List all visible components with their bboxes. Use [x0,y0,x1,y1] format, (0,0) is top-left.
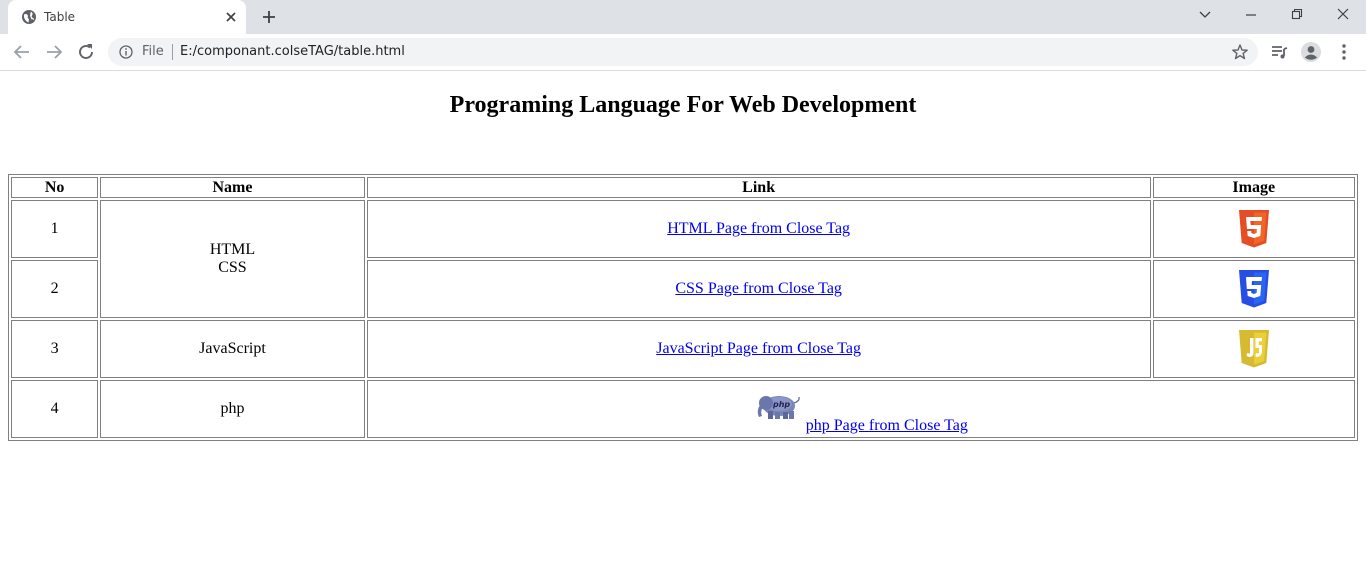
row-number: 4 [11,380,99,438]
image-cell [1152,320,1355,378]
html5-logo-icon [1238,210,1269,248]
minimize-button[interactable] [1228,0,1274,30]
chevron-down-icon [1199,11,1211,18]
languages-table: No Name Link Image 1 HTML CSS HTML Page … [8,174,1358,441]
row-number: 3 [11,320,99,378]
browser-toolbar: File E:/componant.colseTAG/table.html [0,34,1366,71]
url-text[interactable]: E:/componant.colseTAG/table.html [180,44,405,60]
more-menu-icon[interactable] [1332,40,1356,64]
name-cell-html-css: HTML CSS [100,200,365,318]
image-cell [1152,200,1355,258]
header-link: Link [366,177,1151,198]
name-css: CSS [218,259,247,276]
minimize-icon [1246,14,1256,16]
javascript-page-link[interactable]: JavaScript Page from Close Tag [656,340,861,357]
restore-icon [1291,8,1303,20]
close-icon[interactable] [224,10,238,24]
media-queue-icon[interactable] [1267,40,1291,64]
css3-logo-icon [1238,270,1269,308]
info-icon[interactable] [119,45,133,59]
page-title: Programing Language For Web Development [449,92,917,118]
restore-button[interactable] [1274,0,1320,30]
php-page-link[interactable]: php Page from Close Tag [806,417,968,435]
globe-icon [22,10,36,24]
header-image: Image [1152,177,1355,198]
address-separator [172,44,173,60]
close-icon [1337,8,1349,20]
css-page-link[interactable]: CSS Page from Close Tag [675,280,842,297]
link-cell: HTML Page from Close Tag [366,200,1151,258]
table-row: 1 HTML CSS HTML Page from Close Tag [11,200,1355,318]
name-php: php [100,380,365,438]
link-cell: CSS Page from Close Tag [366,260,1151,318]
php-elephant-icon: php [757,396,800,419]
forward-arrow-icon[interactable] [42,40,66,64]
tab-title: Table [44,10,76,24]
row-number: 1 [11,200,99,258]
profile-avatar-icon[interactable] [1299,40,1323,64]
scheme-label: File [142,44,164,59]
bookmark-star-icon[interactable] [1231,43,1249,61]
name-html: HTML [209,241,256,258]
html-page-link[interactable]: HTML Page from Close Tag [667,220,850,237]
link-cell: JavaScript Page from Close Tag [366,320,1151,378]
name-javascript: JavaScript [100,320,365,378]
table-row: 3 JavaScript JavaScript Page from Close … [11,320,1355,378]
header-no: No [11,177,99,198]
table-header-row: No Name Link Image [11,177,1355,198]
back-arrow-icon[interactable] [10,40,34,64]
browser-tab[interactable]: Table [8,0,246,34]
header-name: Name [100,177,365,198]
reload-icon[interactable] [74,40,98,64]
image-cell [1152,260,1355,318]
table-row: 4 php php php Page from Close Tag [11,380,1355,438]
new-tab-plus-icon[interactable] [259,7,279,27]
close-window-button[interactable] [1320,0,1366,30]
row-number: 2 [11,260,99,318]
address-bar[interactable]: File E:/componant.colseTAG/table.html [108,38,1258,66]
tab-search-button[interactable] [1182,0,1228,30]
javascript-logo-icon [1238,330,1269,368]
page-content: Programing Language For Web Development … [0,71,1366,577]
tab-strip: Table [0,0,1366,34]
php-link-cell: php php Page from Close Tag [366,380,1355,438]
svg-text:php: php [772,400,790,409]
